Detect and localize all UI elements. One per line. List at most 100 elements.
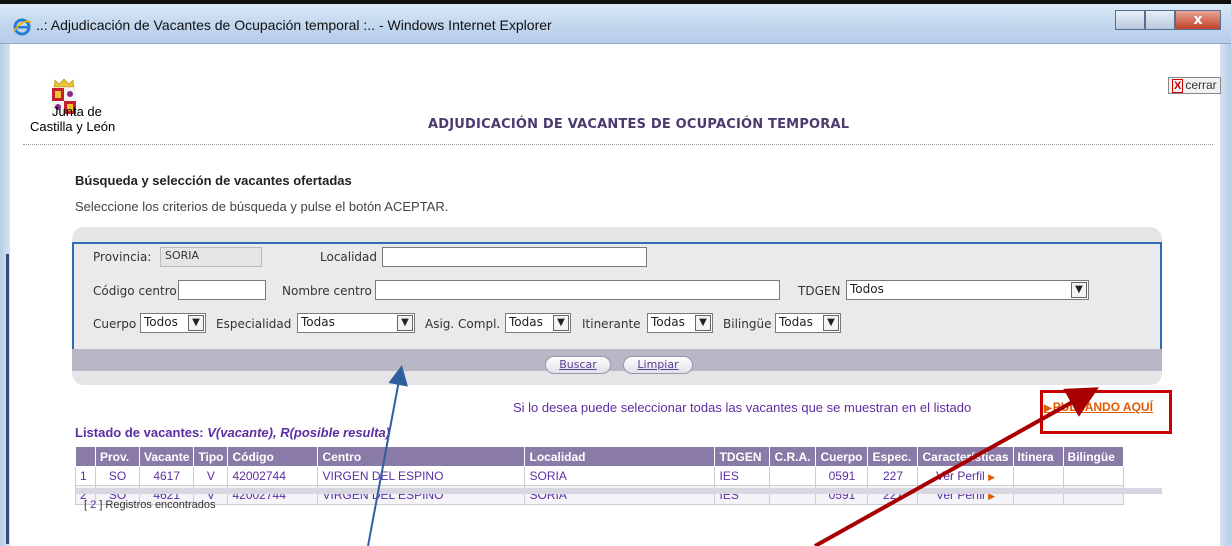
page-title: ADJUDICACIÓN DE VACANTES DE OCUPACIÓN TE… xyxy=(428,117,850,132)
close-icon: X xyxy=(1172,79,1184,93)
cuerpo-value: Todos xyxy=(144,315,178,329)
cell-tdgen: IES xyxy=(714,466,771,486)
itinerante-label: Itinerante xyxy=(582,317,641,331)
asig-compl-value: Todas xyxy=(509,315,543,329)
cuerpo-label: Cuerpo xyxy=(93,317,137,331)
col-vacante: Vacante xyxy=(138,446,195,467)
results-title-label: Listado de vacantes: xyxy=(75,425,204,440)
tdgen-label: TDGEN xyxy=(798,284,841,298)
cell-tipo: V xyxy=(193,466,229,486)
col-codigo: Código xyxy=(227,446,319,467)
records-open-bracket: [ xyxy=(84,499,88,511)
cell-prov: SO xyxy=(95,466,140,486)
logo-text: Junta de Castilla y León xyxy=(30,104,115,134)
chevron-down-icon: ▼ xyxy=(553,315,569,331)
itinerante-value: Todas xyxy=(651,315,685,329)
select-all-link-label: PULSANDO AQUÍ xyxy=(1052,400,1153,414)
codigo-centro-label: Código centro xyxy=(93,284,177,298)
col-tdgen: TDGEN xyxy=(714,446,771,467)
cell-espec: 227 xyxy=(867,466,919,486)
cell-bilingue xyxy=(1062,466,1124,486)
col-localidad: Localidad xyxy=(524,446,716,467)
nombre-centro-label: Nombre centro xyxy=(282,284,372,298)
browser-window: ..: Adjudicación de Vacantes de Ocupació… xyxy=(0,0,1231,546)
close-link[interactable]: Xcerrar xyxy=(1168,77,1221,94)
cell-localidad: SORIA xyxy=(524,466,716,486)
chevron-down-icon: ▼ xyxy=(695,315,711,331)
records-count: 2 xyxy=(90,499,97,511)
window-title: ..: Adjudicación de Vacantes de Ocupació… xyxy=(36,17,552,33)
col-itinera: Itinera xyxy=(1012,446,1064,467)
col-caracteristicas: Características xyxy=(917,446,1014,467)
nombre-centro-input[interactable] xyxy=(375,280,780,300)
title-bar: ..: Adjudicación de Vacantes de Ocupació… xyxy=(0,4,1231,44)
left-edge-bar xyxy=(6,254,9,544)
header-divider xyxy=(23,144,1213,145)
cell-index: 1 xyxy=(75,466,96,486)
ver-perfil-link[interactable]: Ver Perfil ▶ xyxy=(917,466,1014,486)
select-all-link[interactable]: ▶PULSANDO AQUÍ xyxy=(1044,400,1153,414)
internet-explorer-icon xyxy=(13,18,32,36)
chevron-down-icon: ▼ xyxy=(188,315,204,331)
chevron-down-icon: ▼ xyxy=(397,315,413,331)
limpiar-button[interactable]: Limpiar xyxy=(623,356,693,374)
crown-icon xyxy=(53,78,75,88)
close-label: cerrar xyxy=(1185,78,1217,92)
provincia-label: Provincia: xyxy=(93,250,152,264)
left-window-border xyxy=(0,44,10,546)
results-title: Listado de vacantes: V(vacante), R(posib… xyxy=(75,425,390,440)
right-window-border xyxy=(1220,44,1231,546)
itinerante-select[interactable]: Todas ▼ xyxy=(647,313,713,333)
minimize-button[interactable] xyxy=(1115,10,1145,30)
page-content: Junta de Castilla y León Xcerrar ADJUDIC… xyxy=(10,44,1221,546)
cell-codigo: 42002744 xyxy=(227,466,319,486)
table-row[interactable]: 1 SO 4617 V 42002744 VIRGEN DEL ESPINO S… xyxy=(75,466,1124,486)
col-prov: Prov. xyxy=(95,446,140,467)
localidad-input[interactable] xyxy=(382,247,647,267)
especialidad-label: Especialidad xyxy=(216,317,292,331)
results-table: Prov. Vacante Tipo Código Centro Localid… xyxy=(75,446,1124,505)
cell-cra xyxy=(769,466,817,486)
asig-compl-label: Asig. Compl. xyxy=(425,317,501,331)
buscar-button[interactable]: Buscar xyxy=(545,356,611,374)
chevron-down-icon: ▼ xyxy=(823,315,839,331)
ver-perfil-label: Ver Perfil xyxy=(936,469,985,483)
cell-vacante: 4617 xyxy=(138,466,195,486)
cell-centro: VIRGEN DEL ESPINO xyxy=(317,466,526,486)
logo-line-2: Castilla y León xyxy=(30,119,116,134)
window-controls: x xyxy=(1115,10,1221,30)
especialidad-value: Todas xyxy=(301,315,335,329)
search-section-subtitle: Seleccione los criterios de búsqueda y p… xyxy=(75,199,449,214)
cell-cuerpo: 0591 xyxy=(815,466,869,486)
window-close-button[interactable]: x xyxy=(1175,10,1221,30)
tdgen-value: Todos xyxy=(850,282,884,296)
maximize-button[interactable] xyxy=(1145,10,1175,30)
especialidad-select[interactable]: Todas ▼ xyxy=(297,313,415,333)
codigo-centro-input[interactable] xyxy=(178,280,266,300)
records-found-label: ] Registros encontrados xyxy=(99,499,216,511)
table-footer-bar xyxy=(75,488,1162,494)
select-all-text: Si lo desea puede seleccionar todas las … xyxy=(513,400,972,415)
asig-compl-select[interactable]: Todas ▼ xyxy=(505,313,571,333)
provincia-field: SORIA xyxy=(160,247,262,267)
col-index xyxy=(75,446,96,467)
col-bilingue: Bilingüe xyxy=(1062,446,1124,467)
col-tipo: Tipo xyxy=(193,446,229,467)
bilingue-label: Bilingüe xyxy=(723,317,772,331)
col-cra: C.R.A. xyxy=(769,446,817,467)
results-legend: V(vacante), R(posible resulta) xyxy=(207,425,391,440)
bilingue-select[interactable]: Todas ▼ xyxy=(775,313,841,333)
records-found: [ 2 ] Registros encontrados xyxy=(84,499,215,511)
arrow-bullet-icon: ▶ xyxy=(1044,403,1052,414)
logo-line-1: Junta de xyxy=(52,104,102,119)
cell-itinera xyxy=(1012,466,1064,486)
cuerpo-select[interactable]: Todos ▼ xyxy=(140,313,206,333)
col-espec: Espec. xyxy=(867,446,919,467)
search-button-bar xyxy=(72,349,1162,371)
chevron-down-icon: ▼ xyxy=(1071,282,1087,298)
arrow-bullet-icon: ▶ xyxy=(988,472,995,482)
col-cuerpo: Cuerpo xyxy=(815,446,869,467)
results-header-row: Prov. Vacante Tipo Código Centro Localid… xyxy=(75,446,1124,467)
search-section-title: Búsqueda y selección de vacantes ofertad… xyxy=(75,173,352,188)
tdgen-select[interactable]: Todos ▼ xyxy=(846,280,1089,300)
